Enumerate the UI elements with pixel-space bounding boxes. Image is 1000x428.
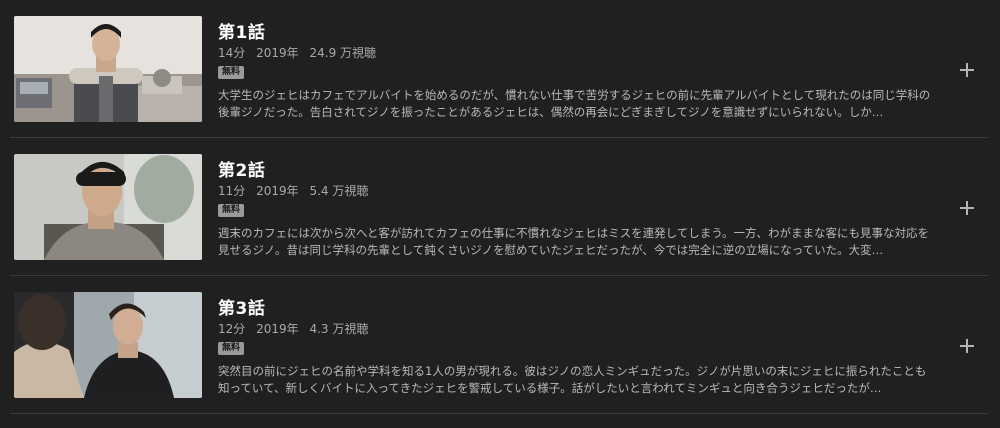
plus-icon <box>960 339 974 353</box>
episode-1-thumbnail[interactable] <box>14 16 202 122</box>
plus-icon <box>960 63 974 77</box>
episode-item-3[interactable]: 第3話 12分 2019年 4.3 万視聴 無料 突然目の前にジェヒの名前や学科… <box>0 276 1000 414</box>
episode-year: 2019年 <box>256 46 299 60</box>
free-badge: 無料 <box>218 204 245 217</box>
episode-description: 突然目の前にジェヒの名前や学科を知る1人の男が現れる。彼はジノの恋人ミンギュだっ… <box>218 364 927 395</box>
episode-year: 2019年 <box>256 184 299 198</box>
episode-views: 5.4 万視聴 <box>309 184 369 198</box>
episode-description: 週末のカフェには次から次へと客が訪れてカフェの仕事に不慣れなジェヒはミスを連発し… <box>218 226 930 257</box>
plus-icon <box>960 201 974 215</box>
episode-title[interactable]: 第2話 <box>218 156 265 181</box>
free-badge: 無料 <box>218 66 245 79</box>
episode-year: 2019年 <box>256 322 299 336</box>
episode-2-thumbnail[interactable] <box>14 154 202 260</box>
episode-item-1[interactable]: 第1話 14分 2019年 24.9 万視聴 無料 大学生のジェヒはカフェでアル… <box>0 0 1000 138</box>
episode-list: 第1話 14分 2019年 24.9 万視聴 無料 大学生のジェヒはカフェでアル… <box>0 0 1000 428</box>
episode-duration: 11分 <box>218 184 246 198</box>
free-badge: 無料 <box>218 342 245 355</box>
episode-meta: 11分 2019年 5.4 万視聴 <box>218 182 375 199</box>
episode-item-2[interactable]: 第2話 11分 2019年 5.4 万視聴 無料 週末のカフェには次から次へと客… <box>0 138 1000 276</box>
add-to-list-button[interactable] <box>957 60 977 80</box>
episode-description: 大学生のジェヒはカフェでアルバイトを始めるのだが、慣れない仕事で苦労するジェヒの… <box>218 88 931 119</box>
add-to-list-button[interactable] <box>957 336 977 356</box>
episode-meta: 14分 2019年 24.9 万視聴 <box>218 44 383 61</box>
divider <box>10 413 988 414</box>
episode-views: 24.9 万視聴 <box>309 46 377 60</box>
episode-title[interactable]: 第1話 <box>218 18 265 43</box>
episode-meta: 12分 2019年 4.3 万視聴 <box>218 320 375 337</box>
episode-title[interactable]: 第3話 <box>218 294 265 319</box>
episode-views: 4.3 万視聴 <box>309 322 369 336</box>
episode-duration: 14分 <box>218 46 246 60</box>
episode-duration: 12分 <box>218 322 246 336</box>
add-to-list-button[interactable] <box>957 198 977 218</box>
episode-3-thumbnail[interactable] <box>14 292 202 398</box>
